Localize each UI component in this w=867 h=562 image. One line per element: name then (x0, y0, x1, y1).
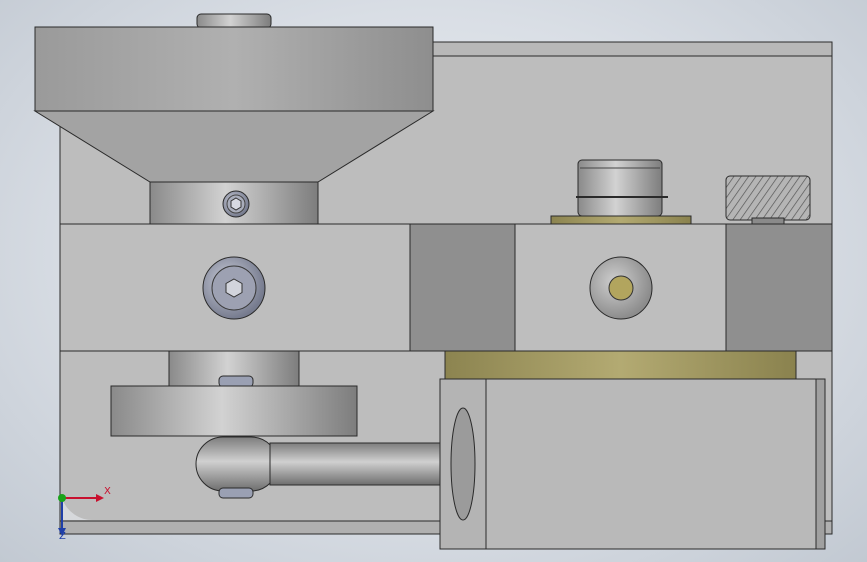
brass-spacer[interactable] (444, 350, 797, 380)
knurled-knob-icon[interactable] (725, 175, 811, 225)
triad-x-label: X (104, 486, 111, 497)
triad-z-label: Z (59, 531, 66, 542)
hex-bolt-icon (202, 256, 266, 320)
assembly-model[interactable] (0, 0, 867, 562)
hopper-top[interactable] (34, 26, 434, 112)
spindle-collar-top[interactable] (218, 375, 254, 388)
top-rail[interactable] (431, 41, 833, 57)
brass-washer-top[interactable] (550, 215, 692, 225)
cylinder-bore (450, 407, 476, 521)
hex-socket-screw-icon (222, 190, 250, 218)
cylinder-body[interactable] (485, 378, 817, 550)
cad-viewport[interactable]: X Z (0, 0, 867, 562)
pulley-disk[interactable] (110, 385, 358, 437)
cylinder-flange[interactable] (815, 378, 826, 550)
washer-hole-icon (589, 256, 653, 320)
spindle-collar-bottom[interactable] (218, 487, 254, 499)
rod-end-eye[interactable] (195, 436, 279, 492)
hopper-cap[interactable] (196, 13, 272, 29)
middle-block-center-dark[interactable] (409, 223, 516, 352)
middle-block-end-dark[interactable] (725, 223, 833, 352)
